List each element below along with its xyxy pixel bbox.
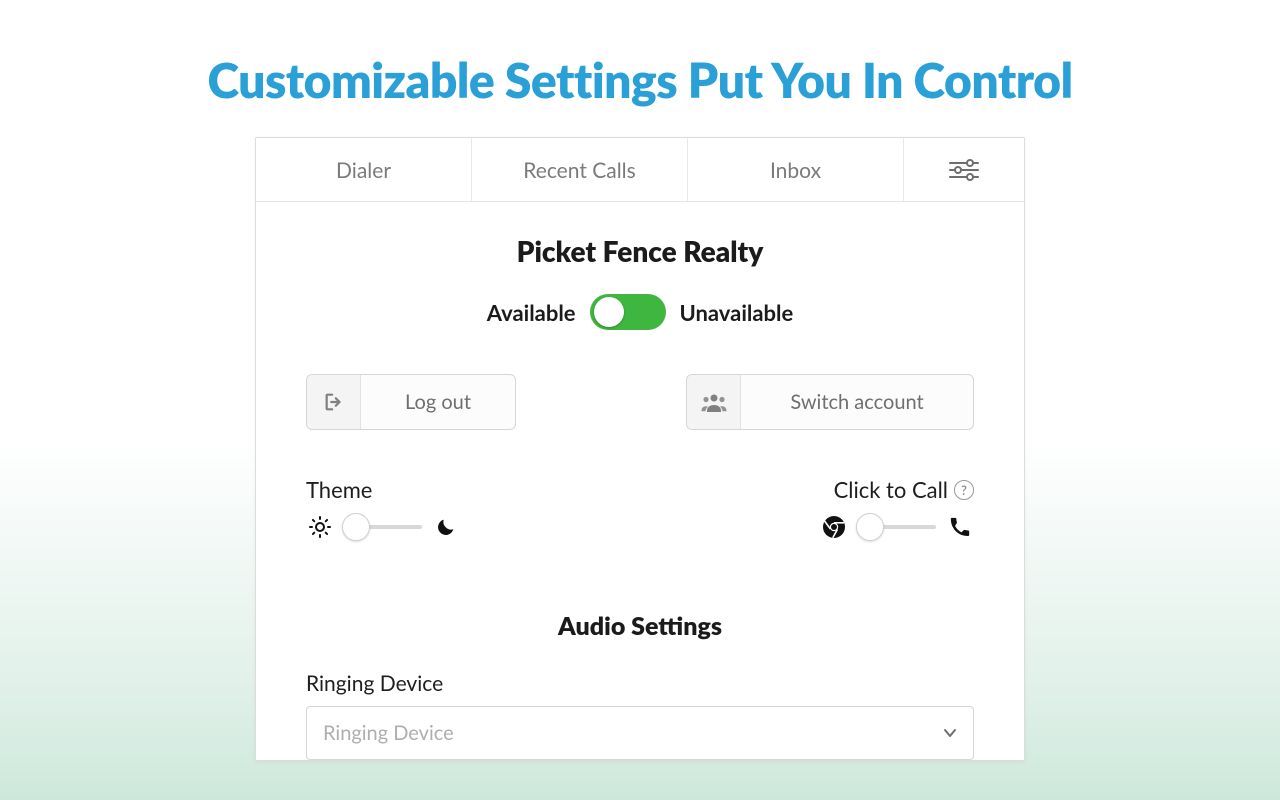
settings-panel: Dialer Recent Calls Inbox Picket Fence R…	[255, 137, 1025, 761]
tab-bar: Dialer Recent Calls Inbox	[256, 138, 1024, 202]
click-to-call-group: Click to Call ?	[744, 476, 974, 541]
availability-toggle[interactable]	[590, 294, 666, 330]
audio-settings-title: Audio Settings	[306, 611, 974, 641]
theme-track	[344, 525, 422, 529]
toggle-knob	[594, 297, 624, 327]
tab-dialer[interactable]: Dialer	[256, 138, 472, 201]
help-icon[interactable]: ?	[954, 480, 974, 500]
theme-label: Theme	[306, 476, 536, 503]
click-to-call-knob	[856, 513, 884, 541]
users-icon	[687, 375, 741, 429]
slider-row: Theme	[306, 476, 974, 541]
ringing-device-placeholder: Ringing Device	[323, 721, 454, 745]
logout-icon	[307, 375, 361, 429]
click-to-call-track	[858, 525, 936, 529]
click-to-call-label: Click to Call	[834, 476, 948, 503]
moon-icon	[432, 513, 460, 541]
unavailable-label: Unavailable	[680, 299, 794, 326]
logout-button[interactable]: Log out	[306, 374, 516, 430]
ringing-device-label: Ringing Device	[306, 671, 974, 696]
tab-recent-calls[interactable]: Recent Calls	[472, 138, 688, 201]
page-headline: Customizable Settings Put You In Control	[207, 52, 1072, 109]
sun-icon	[306, 513, 334, 541]
ringing-device-select[interactable]: Ringing Device	[306, 706, 974, 760]
switch-account-button[interactable]: Switch account	[686, 374, 974, 430]
switch-account-label: Switch account	[741, 390, 973, 414]
sliders-icon	[948, 158, 980, 182]
chevron-down-icon	[943, 728, 957, 738]
phone-icon	[946, 513, 974, 541]
click-to-call-slider[interactable]	[744, 513, 974, 541]
tab-inbox[interactable]: Inbox	[688, 138, 904, 201]
logout-label: Log out	[361, 390, 515, 414]
panel-content: Picket Fence Realty Available Unavailabl…	[256, 202, 1024, 760]
available-label: Available	[487, 299, 576, 326]
availability-row: Available Unavailable	[306, 294, 974, 330]
theme-slider[interactable]	[306, 513, 536, 541]
theme-knob	[342, 513, 370, 541]
click-to-call-label-row: Click to Call ?	[744, 476, 974, 503]
theme-group: Theme	[306, 476, 536, 541]
account-buttons: Log out Switch account	[306, 374, 974, 430]
chrome-icon	[820, 513, 848, 541]
org-name: Picket Fence Realty	[306, 234, 974, 268]
tab-settings[interactable]	[904, 138, 1024, 201]
